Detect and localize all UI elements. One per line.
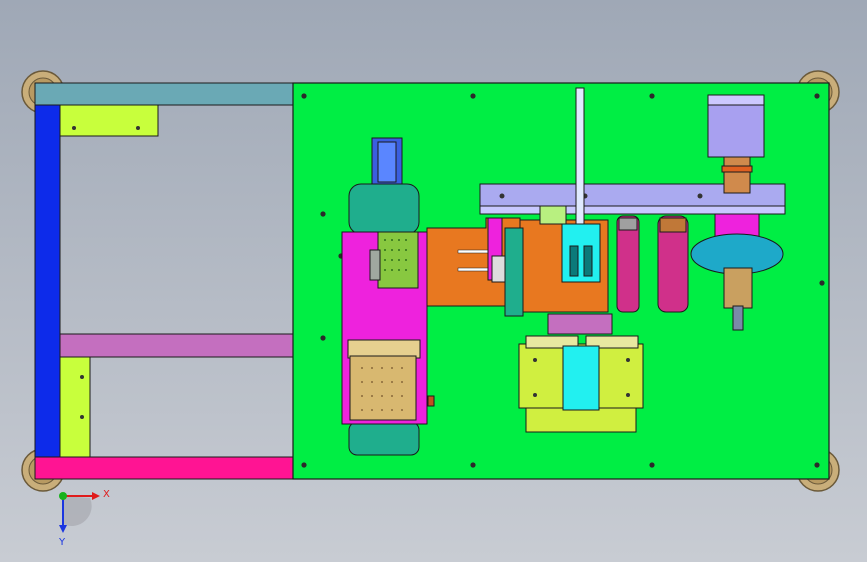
frame-mid-rail: [59, 333, 294, 358]
fixture-top-plate: [547, 313, 613, 335]
coordinate-triad: X Y: [58, 489, 110, 548]
gripper-rail: [504, 227, 524, 317]
roller: [347, 339, 421, 359]
light-green-block: [539, 205, 567, 225]
frame-bottom-rail: [34, 456, 294, 480]
y-axis-label: Y: [58, 537, 66, 548]
fixture-foot: [525, 407, 637, 433]
pcb-lower: [349, 355, 417, 421]
frame-left-rail: [34, 104, 61, 458]
triad-origin: [59, 492, 67, 500]
clip-left: [369, 249, 381, 281]
gearbox-bottom: [348, 421, 420, 456]
probe-holder: [561, 223, 601, 283]
spindle-tip: [732, 305, 744, 331]
frame-top-rail: [34, 82, 294, 106]
cad-drawing: X Y: [21, 70, 840, 548]
fixture-cyan-block: [562, 345, 600, 411]
x-axis-arrow: [92, 492, 100, 500]
spindle-coupling: [723, 156, 751, 194]
gearbox-top: [348, 183, 420, 235]
x-axis-label: X: [103, 489, 110, 500]
cad-viewport[interactable]: X Y: [0, 0, 867, 562]
y-axis-arrow: [59, 525, 67, 533]
bracket-bottom: [59, 356, 91, 458]
bracket-top: [59, 104, 159, 137]
probe-needle: [575, 87, 585, 229]
